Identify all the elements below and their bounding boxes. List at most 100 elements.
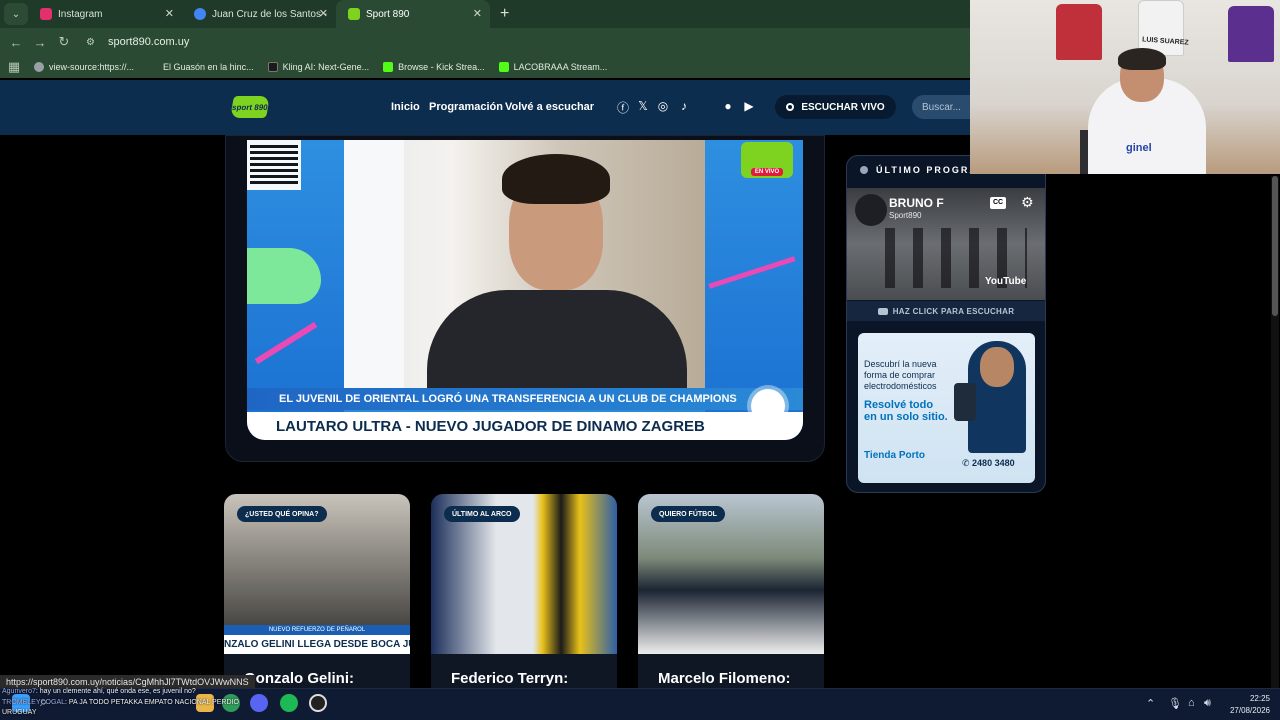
page-scrollbar[interactable] bbox=[1271, 176, 1279, 688]
bookmark-lacobraaa[interactable]: LACOBRAAA Stream... bbox=[498, 62, 608, 72]
news-image-caption: NZALO GELINI LLEGA DESDE BOCA JUNIO bbox=[224, 635, 410, 654]
obs-icon[interactable] bbox=[309, 694, 327, 712]
youtube-logo[interactable]: YouTube bbox=[985, 276, 1026, 287]
google-favicon-icon bbox=[194, 8, 206, 20]
youtube-embed[interactable]: BRUNO F Sport890 CC ⚙ YouTube bbox=[847, 188, 1045, 300]
facebook-icon[interactable]: ⓕ bbox=[616, 99, 630, 116]
live-button-label: ESCUCHAR VIVO bbox=[801, 101, 885, 113]
bookmark-label: Browse - Kick Strea... bbox=[398, 62, 485, 72]
bookmark-guason[interactable]: El Guasón en la hinc... bbox=[148, 62, 254, 72]
phone-icon: ✆ bbox=[962, 458, 973, 468]
click-to-listen-label: HAZ CLICK PARA ESCUCHAR bbox=[892, 306, 1015, 316]
screen: ⌄ Instagram ✕ Juan Cruz de los Santos - … bbox=[0, 0, 1280, 720]
google-play-icon[interactable]: ▶ bbox=[742, 99, 756, 113]
sport890-favicon-icon bbox=[348, 8, 360, 20]
ball-graphic bbox=[751, 389, 785, 423]
kling-icon bbox=[267, 62, 278, 72]
tab-title: Juan Cruz de los Santos - Busca bbox=[212, 8, 328, 20]
nav-volve-a-escuchar[interactable]: Volvé a escuchar bbox=[505, 101, 594, 113]
video-channel: Sport890 bbox=[889, 211, 922, 220]
chat-text: : hay un clemente ahí, qué onda ese, es … bbox=[35, 688, 196, 695]
settings-gear-icon[interactable]: ⚙ bbox=[1021, 194, 1034, 211]
streamer-hair bbox=[1118, 48, 1166, 70]
chevron-up-icon[interactable]: ⌃ bbox=[1146, 697, 1155, 710]
channel-avatar bbox=[855, 194, 887, 226]
bookmark-view-source[interactable]: view-source:https://... bbox=[34, 62, 134, 72]
forward-arrow-icon[interactable]: → bbox=[28, 35, 52, 50]
ad-line-2: Resolvé todo en un solo sitio. bbox=[864, 399, 948, 423]
news-title: Gonzalo Gelini: bbox=[244, 670, 355, 687]
back-arrow-icon[interactable]: ← bbox=[4, 35, 28, 50]
ad-brand: Tienda Porto bbox=[864, 450, 925, 461]
webcam-overlay: LUIS SUAREZ ginel bbox=[970, 0, 1280, 174]
globe-icon bbox=[34, 62, 44, 72]
apps-grid-icon[interactable]: ▦ bbox=[2, 59, 26, 75]
reload-icon[interactable]: ↻ bbox=[52, 34, 76, 50]
record-dot-icon bbox=[860, 166, 868, 174]
microphone-icon[interactable]: 🎙︎ bbox=[1168, 697, 1182, 710]
news-title: Marcelo Filomeno: bbox=[658, 670, 791, 687]
chat-user: TROMBLEYCOGAL bbox=[2, 699, 66, 706]
volume-icon[interactable]: 🔊︎ bbox=[1204, 697, 1211, 710]
ad-phone-number: ✆ 2480 3480 bbox=[962, 458, 1015, 469]
close-icon[interactable]: ✕ bbox=[473, 7, 482, 20]
spotify-icon[interactable] bbox=[280, 694, 298, 712]
tab-search-button[interactable]: ⌄ bbox=[4, 3, 28, 25]
chat-user: Agurivero7 bbox=[2, 688, 36, 695]
lower-third-subtitle: EL JUVENIL DE ORIENTAL LOGRÓ UNA TRANSFE… bbox=[247, 388, 803, 410]
instagram-icon[interactable]: ◎ bbox=[656, 99, 670, 113]
sport890-live-badge: EN VIVO bbox=[741, 142, 793, 178]
news-tag: QUIERO FÚTBOL bbox=[651, 506, 725, 522]
scrollbar-thumb[interactable] bbox=[1272, 176, 1278, 316]
live-record-icon bbox=[786, 103, 795, 111]
jersey-red bbox=[1056, 4, 1102, 60]
nav-inicio[interactable]: Inicio bbox=[391, 101, 420, 113]
bookmark-label: view-source:https://... bbox=[49, 62, 135, 72]
network-icon[interactable]: ⌂ bbox=[1188, 697, 1195, 709]
site-info-icon[interactable]: ⚙ bbox=[86, 37, 102, 48]
tab-sport890[interactable]: Sport 890 ✕ bbox=[336, 0, 490, 28]
click-to-listen-button[interactable]: HAZ CLICK PARA ESCUCHAR bbox=[847, 301, 1045, 321]
ad-person-face bbox=[980, 347, 1014, 387]
tab-instagram[interactable]: Instagram ✕ bbox=[28, 0, 182, 28]
apple-icon[interactable]: ● bbox=[721, 99, 735, 113]
bookmark-icon bbox=[148, 62, 159, 72]
close-icon[interactable]: ✕ bbox=[165, 7, 174, 20]
taskbar-clock[interactable]: 22:25 27/08/2026 bbox=[1222, 693, 1270, 717]
tiktok-icon[interactable]: ♪ bbox=[677, 99, 691, 113]
chat-text: : PA JA TODO PETAKKA EMPATO NACIONAL PER… bbox=[65, 699, 239, 706]
x-icon[interactable]: 𝕏 bbox=[636, 99, 650, 113]
new-tab-button[interactable]: + bbox=[500, 5, 509, 23]
listen-live-button[interactable]: ESCUCHAR VIVO bbox=[775, 95, 896, 119]
nav-programacion[interactable]: Programación bbox=[429, 101, 503, 113]
live-badge-label: EN VIVO bbox=[750, 168, 784, 176]
hero-video[interactable]: EN VIVO EL JUVENIL DE ORIENTAL LOGRÓ UNA… bbox=[247, 140, 803, 440]
tab-title: Instagram bbox=[58, 8, 103, 20]
news-card[interactable]: ÚLTIMO AL ARCO Federico Terryn: bbox=[431, 494, 617, 688]
sport890-logo[interactable]: sport 890 bbox=[230, 96, 270, 118]
bookmark-label: LACOBRAAA Stream... bbox=[513, 62, 608, 72]
ad-line-1: Descubrí la nueva forma de comprar elect… bbox=[864, 359, 937, 391]
clock-time: 22:25 bbox=[1249, 694, 1270, 703]
green-shape bbox=[247, 248, 321, 304]
youtube-icon bbox=[877, 307, 888, 315]
news-card[interactable]: QUIERO FÚTBOL Marcelo Filomeno: bbox=[638, 494, 824, 688]
ad-phone-image bbox=[954, 383, 976, 421]
news-image-caption-small: NUEVO REFUERZO DE PEÑAROL bbox=[224, 625, 410, 635]
url-field[interactable]: ⚙ sport890.com.uy bbox=[86, 31, 189, 53]
bookmark-label: El Guasón en la hinc... bbox=[163, 62, 254, 72]
bookmark-kling[interactable]: Kling AI: Next-Gene... bbox=[267, 62, 369, 72]
news-card[interactable]: NUEVO REFUERZO DE PEÑAROL NZALO GELINI L… bbox=[224, 494, 410, 688]
news-tag: ¿USTED QUÉ OPINA? bbox=[237, 506, 327, 522]
tab-google-search[interactable]: Juan Cruz de los Santos - Busca ✕ bbox=[182, 0, 336, 28]
chat-text: URUGUAY bbox=[2, 709, 37, 716]
tienda-porto-ad[interactable]: Descubrí la nueva forma de comprar elect… bbox=[858, 333, 1035, 483]
discord-icon[interactable] bbox=[250, 694, 268, 712]
news-title: Federico Terryn: bbox=[451, 670, 569, 687]
close-icon[interactable]: ✕ bbox=[319, 7, 328, 20]
chat-line: TROMBLEYCOGAL: PA JA TODO PETAKKA EMPATO… bbox=[2, 699, 239, 706]
tab-title: Sport 890 bbox=[366, 8, 410, 20]
chat-line: URUGUAY bbox=[2, 709, 36, 716]
bookmark-kick-browse[interactable]: Browse - Kick Strea... bbox=[383, 62, 485, 72]
captions-button[interactable]: CC bbox=[990, 197, 1006, 209]
